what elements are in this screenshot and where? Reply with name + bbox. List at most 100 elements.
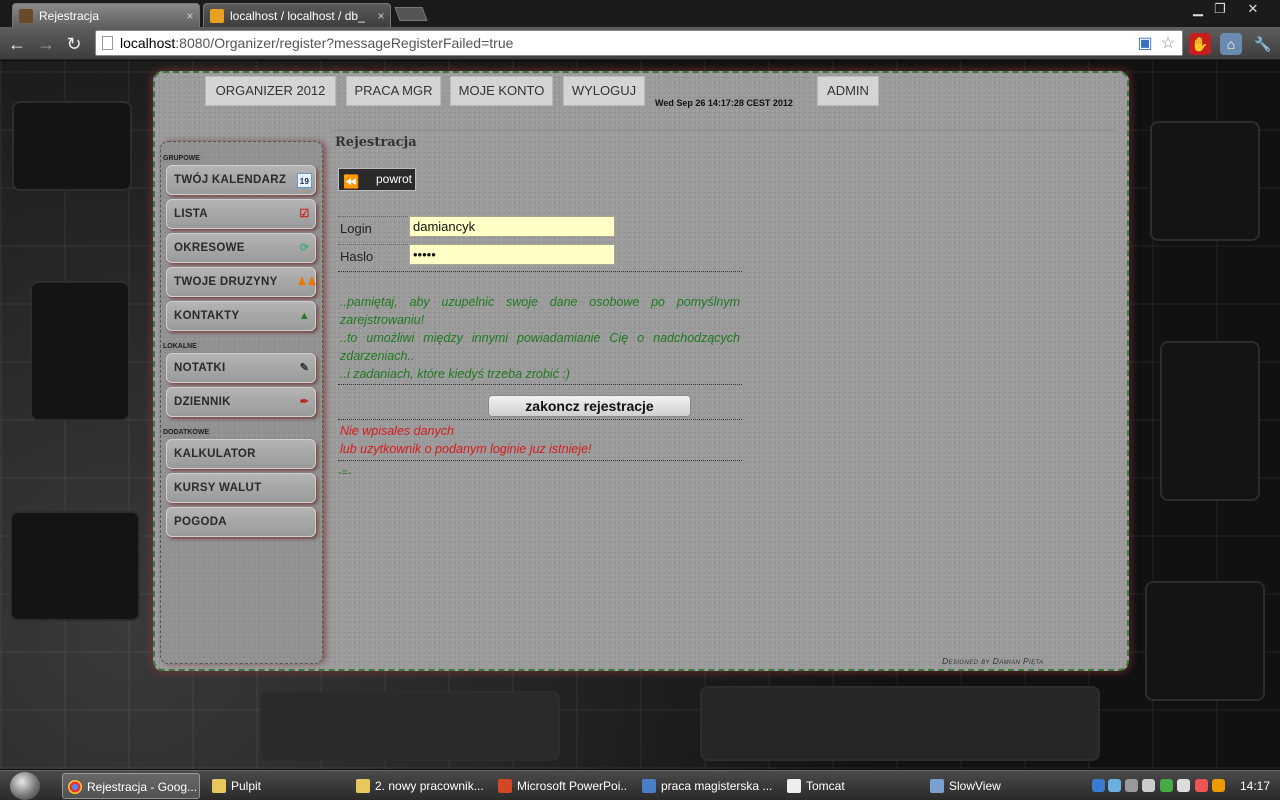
folder-icon	[212, 779, 226, 793]
nav-praca-mgr[interactable]: PRACA MGR	[346, 76, 441, 106]
nav-wyloguj[interactable]: WYLOGUJ	[563, 76, 645, 106]
reload-button[interactable]: ↻	[63, 33, 85, 55]
tab-phpmyadmin[interactable]: localhost / localhost / db_ ×	[203, 3, 391, 27]
browser-toolbar: ← → ↻ localhost:8080/Organizer/register?…	[0, 27, 1280, 60]
divider	[338, 244, 410, 245]
phpmyadmin-favicon-icon	[210, 8, 224, 23]
rewind-icon: ⏪	[343, 174, 360, 189]
nav-admin[interactable]: ADMIN	[817, 76, 879, 106]
bookmark-star-icon[interactable]: ☆	[1159, 35, 1177, 53]
start-button[interactable]	[10, 772, 40, 800]
designer-credit: Designed by Damian Pięta	[942, 656, 1044, 666]
sidebar-item-pogoda[interactable]: POGODA	[166, 507, 316, 537]
task-chrome[interactable]: Rejestracja - Goog...	[62, 773, 200, 799]
sidebar-item-label: NOTATKI	[174, 362, 226, 374]
new-tab-button[interactable]	[394, 7, 428, 21]
task-label: Rejestracja - Goog...	[87, 780, 198, 794]
divider	[338, 460, 742, 461]
journal-icon: ✒	[299, 396, 310, 408]
task-powerpoint[interactable]: Microsoft PowerPoi...	[493, 773, 628, 799]
tray-icon[interactable]	[1108, 779, 1121, 792]
sidebar-item-label: KURSY WALUT	[174, 482, 262, 494]
task-praca-magisterska[interactable]: praca magisterska ...	[637, 773, 772, 799]
tray-icon[interactable]	[1142, 779, 1155, 792]
close-window-button[interactable]: ✕	[1238, 0, 1268, 18]
tab-rejestracja[interactable]: Rejestracja ×	[12, 3, 200, 27]
task-label: 2. nowy pracownik...	[375, 779, 484, 793]
login-field[interactable]	[409, 216, 615, 237]
adblock-icon[interactable]: ✋	[1189, 33, 1211, 55]
task-label: SlowView	[949, 779, 1001, 793]
task-slowview[interactable]: SlowView	[925, 773, 1060, 799]
clock[interactable]: 14:17	[1240, 779, 1270, 793]
powerpoint-icon	[498, 779, 512, 793]
forward-button[interactable]: →	[35, 33, 57, 55]
extension-page-icon[interactable]: ⌂	[1220, 33, 1242, 55]
maximize-button[interactable]: ❐	[1205, 0, 1235, 18]
extension-icon[interactable]: ▣	[1136, 35, 1154, 53]
sidebar-item-notatki[interactable]: NOTATKI ✎	[166, 353, 316, 383]
task-nowy-pracownik[interactable]: 2. nowy pracownik...	[351, 773, 486, 799]
nav-organizer-2012[interactable]: ORGANIZER 2012	[205, 76, 336, 106]
calendar-icon: 19	[297, 173, 312, 188]
sidebar-item-kursy-walut[interactable]: KURSY WALUT	[166, 473, 316, 503]
divider	[330, 130, 1118, 131]
nav-moje-konto[interactable]: MOJE KONTO	[450, 76, 553, 106]
sidebar-item-label: TWOJE DRUZYNY	[174, 276, 278, 288]
back-link-button[interactable]: ⏪ powrot	[338, 168, 416, 191]
tray-icon[interactable]	[1125, 779, 1138, 792]
sidebar-item-label: KONTAKTY	[174, 310, 240, 322]
tray-icon[interactable]	[1092, 779, 1105, 792]
sidebar-section-lokalne: LOKALNE	[161, 342, 199, 351]
password-field[interactable]	[409, 244, 615, 265]
folder-icon	[356, 779, 370, 793]
sidebar-item-kalkulator[interactable]: KALKULATOR	[166, 439, 316, 469]
wrench-menu-icon[interactable]: 🔧	[1252, 33, 1274, 55]
tray-icon[interactable]	[1195, 779, 1208, 792]
sidebar-item-dziennik[interactable]: DZIENNIK ✒	[166, 387, 316, 417]
back-button[interactable]: ←	[6, 33, 28, 55]
finish-registration-button[interactable]: zakoncz rejestracje	[488, 395, 691, 417]
info-line: ..i zadaniach, które kiedyś trzeba zrobi…	[340, 367, 570, 381]
site-favicon-icon	[19, 8, 33, 23]
recurring-icon: ⟳	[299, 242, 310, 254]
address-bar[interactable]: localhost:8080/Organizer/register?messag…	[95, 30, 1183, 56]
sidebar-item-label: KALKULATOR	[174, 448, 256, 460]
network-icon[interactable]	[1160, 779, 1173, 792]
document-icon	[642, 779, 656, 793]
info-line: ..to umożliwi między innymi powiadamiani…	[340, 331, 740, 363]
info-message: ..pamiętaj, aby uzupelnic swoje dane oso…	[340, 293, 740, 383]
sidebar-item-okresowe[interactable]: OKRESOWE ⟳	[166, 233, 316, 263]
volume-icon[interactable]	[1177, 779, 1190, 792]
divider	[338, 271, 742, 272]
url-host: localhost	[120, 35, 176, 51]
sidebar-item-label: DZIENNIK	[174, 396, 231, 408]
sidebar-item-twoj-kalendarz[interactable]: TWÓJ KALENDARZ 19	[166, 165, 316, 195]
tab-close-icon[interactable]: ×	[181, 9, 199, 23]
password-label: Haslo	[340, 249, 374, 264]
url-path: :8080/Organizer/register?messageRegister…	[175, 35, 514, 51]
sidebar-item-twoje-druzyny[interactable]: TWOJE DRUZYNY ♟♟	[166, 267, 317, 297]
sidebar-item-kontakty[interactable]: KONTAKTY ▲	[166, 301, 316, 331]
slowview-icon	[930, 779, 944, 793]
chrome-icon	[68, 780, 82, 794]
tab-title: Rejestracja	[39, 8, 100, 23]
task-tomcat[interactable]: Tomcat	[782, 773, 917, 799]
task-label: Tomcat	[806, 779, 845, 793]
sidebar-section-grupowe: GRUPOWE	[161, 154, 202, 163]
tab-close-icon[interactable]: ×	[372, 9, 390, 23]
sidebar-item-label: POGODA	[174, 516, 227, 528]
task-pulpit[interactable]: Pulpit	[207, 773, 337, 799]
divider	[338, 384, 742, 385]
checklist-icon: ☑	[299, 208, 310, 220]
tray-icon[interactable]	[1212, 779, 1225, 792]
console-icon	[787, 779, 801, 793]
sidebar-item-lista[interactable]: LISTA ☑	[166, 199, 316, 229]
task-label: Pulpit	[231, 779, 262, 793]
sidebar-section-dodatkowe: DODATKOWE	[161, 428, 212, 437]
page-title: Rejestracja	[335, 135, 417, 150]
task-label: Microsoft PowerPoi...	[517, 779, 628, 793]
sidebar-item-label: OKRESOWE	[174, 242, 245, 254]
sidebar-item-label: LISTA	[174, 208, 208, 220]
tab-strip: Rejestracja × localhost / localhost / db…	[0, 0, 1280, 27]
